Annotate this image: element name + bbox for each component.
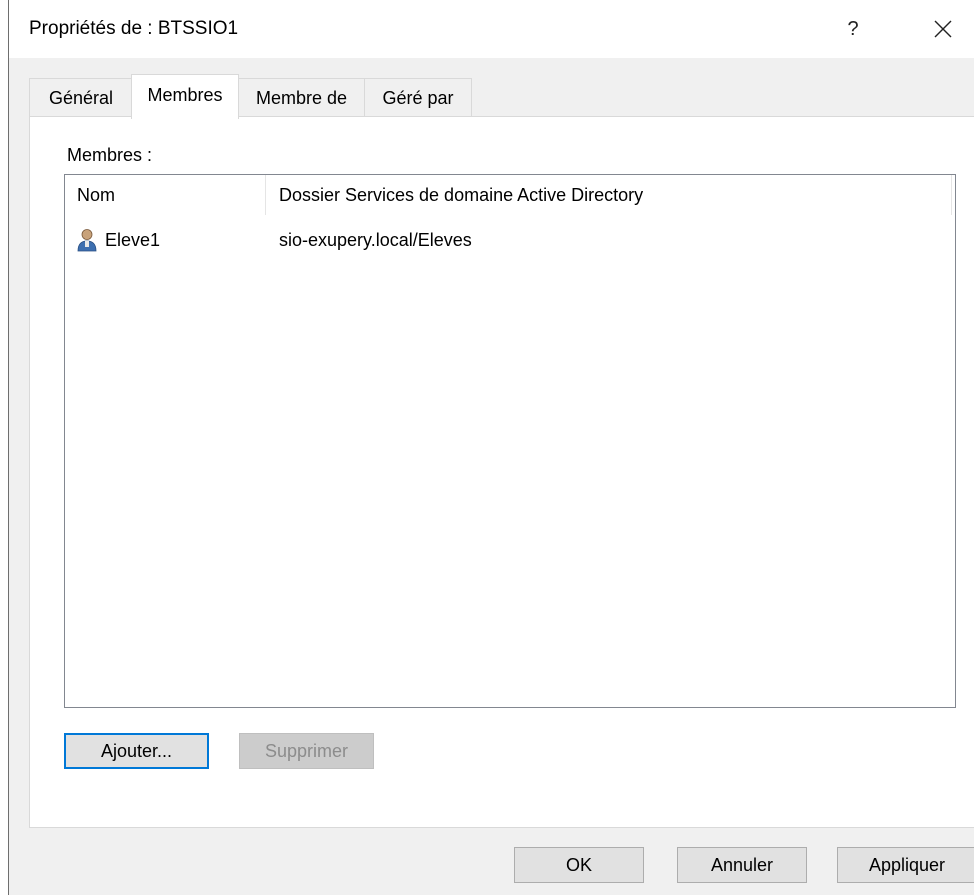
remove-button: Supprimer (239, 733, 374, 769)
add-button-label: Ajouter... (100, 740, 173, 761)
close-button[interactable] (915, 8, 971, 50)
table-row[interactable]: Eleve1 sio-exupery.local/Eleves (65, 225, 955, 255)
tab-general[interactable]: Général (29, 78, 133, 117)
members-tab-panel: Membres : Nom Dossier Services de domain… (29, 116, 974, 828)
column-divider[interactable] (265, 175, 266, 215)
apply-button[interactable]: Appliquer (837, 847, 974, 883)
members-list[interactable]: Nom Dossier Services de domaine Active D… (64, 174, 956, 708)
tab-managed-by[interactable]: Géré par (364, 78, 472, 117)
column-header-folder[interactable]: Dossier Services de domaine Active Direc… (267, 175, 951, 215)
tab-members-label: Membres (147, 85, 223, 105)
ok-button[interactable]: OK (514, 847, 644, 883)
column-divider[interactable] (951, 175, 952, 215)
add-button[interactable]: Ajouter... (64, 733, 209, 769)
apply-button-label: Appliquer (868, 854, 946, 875)
tab-members[interactable]: Membres (131, 74, 239, 119)
member-folder: sio-exupery.local/Eleves (279, 230, 472, 250)
properties-dialog: Propriétés de : BTSSIO1 ? Général Membre… (8, 0, 974, 895)
member-name: Eleve1 (105, 230, 161, 250)
cancel-button[interactable]: Annuler (677, 847, 807, 883)
user-icon (77, 229, 97, 252)
tab-general-label: Général (48, 88, 114, 108)
help-button[interactable]: ? (831, 8, 875, 50)
remove-button-label: Supprimer (264, 740, 349, 761)
cancel-button-label: Annuler (710, 854, 774, 875)
dialog-title: Propriétés de : BTSSIO1 (29, 18, 239, 39)
list-header: Nom Dossier Services de domaine Active D… (65, 175, 955, 215)
tab-member-of[interactable]: Membre de (237, 78, 366, 117)
help-icon: ? (847, 17, 859, 40)
ok-button-label: OK (565, 854, 592, 875)
members-label: Membres : (67, 145, 153, 165)
tab-member-of-label: Membre de (255, 88, 348, 108)
column-header-name[interactable]: Nom (65, 175, 265, 215)
tab-managed-by-label: Géré par (382, 88, 454, 108)
close-icon (934, 20, 952, 38)
title-bar: Propriétés de : BTSSIO1 ? (9, 0, 974, 58)
